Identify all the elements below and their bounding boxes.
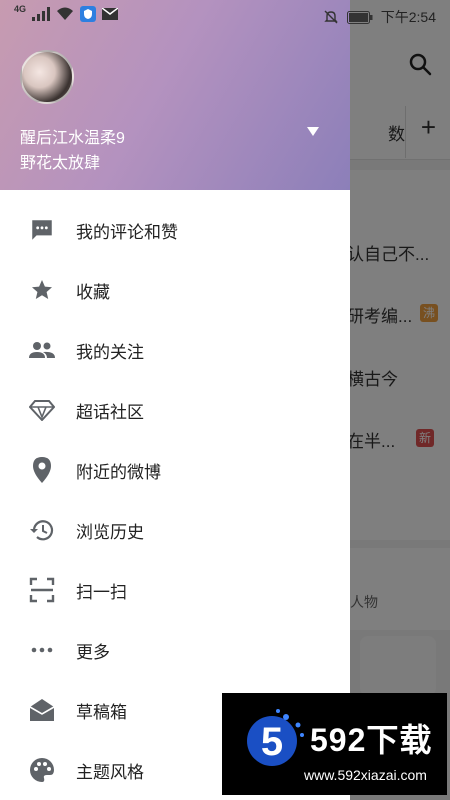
menu-item-favorites[interactable]: 收藏 <box>0 260 350 320</box>
wifi-icon <box>57 7 74 20</box>
watermark: 5 592下载 www.592xiazai.com <box>222 693 447 795</box>
menu-label: 我的关注 <box>76 342 144 362</box>
history-icon <box>28 516 56 544</box>
drafts-icon <box>28 696 56 724</box>
menu-item-following[interactable]: 我的关注 <box>0 320 350 380</box>
menu-label: 浏览历史 <box>76 522 144 542</box>
clock: 下午2:54 <box>380 9 436 25</box>
menu-label: 我的评论和赞 <box>76 222 178 242</box>
watermark-url: www.592xiazai.com <box>304 767 427 783</box>
watermark-brand: 592下载 <box>310 722 433 758</box>
avatar[interactable] <box>20 50 74 104</box>
watermark-logo: 5 <box>247 709 304 766</box>
comment-icon <box>28 216 56 244</box>
battery-icon <box>346 10 373 24</box>
menu-label: 附近的微博 <box>76 462 161 482</box>
menu-label: 超话社区 <box>76 402 144 422</box>
user-subtitle: 野花太放肆 <box>20 155 101 172</box>
menu-item-comments[interactable]: 我的评论和赞 <box>0 200 350 260</box>
menu-item-nearby[interactable]: 附近的微博 <box>0 440 350 500</box>
mail-icon <box>102 8 119 20</box>
menu-label: 更多 <box>76 642 110 662</box>
menu-item-more[interactable]: 更多 <box>0 620 350 680</box>
diamond-icon <box>28 396 56 424</box>
menu-label: 草稿箱 <box>76 702 127 722</box>
menu-item-scan[interactable]: 扫一扫 <box>0 560 350 620</box>
navigation-drawer: 醒后江水温柔9 野花太放肆 我的评论和赞 收藏 我的关注 超话社区 附近的微博 … <box>0 0 350 800</box>
more-icon <box>28 636 56 664</box>
shield-icon <box>80 6 97 22</box>
menu-label: 收藏 <box>76 282 110 302</box>
star-icon <box>28 276 56 304</box>
scan-icon <box>28 576 56 604</box>
watermark-logo-digit: 5 <box>261 720 283 764</box>
menu-label: 扫一扫 <box>76 582 127 602</box>
signal-icon <box>32 7 51 21</box>
palette-icon <box>28 756 56 784</box>
menu-label: 主题风格 <box>76 762 144 782</box>
network-type: 4G <box>14 4 27 14</box>
username[interactable]: 醒后江水温柔9 <box>20 124 125 148</box>
menu-item-history[interactable]: 浏览历史 <box>0 500 350 560</box>
notifications-off-icon <box>324 10 338 24</box>
status-bar: 4G 下午2:54 <box>0 0 450 32</box>
people-icon <box>28 336 56 364</box>
account-dropdown-icon[interactable] <box>307 127 319 136</box>
menu-item-super-topic[interactable]: 超话社区 <box>0 380 350 440</box>
location-icon <box>28 456 56 484</box>
